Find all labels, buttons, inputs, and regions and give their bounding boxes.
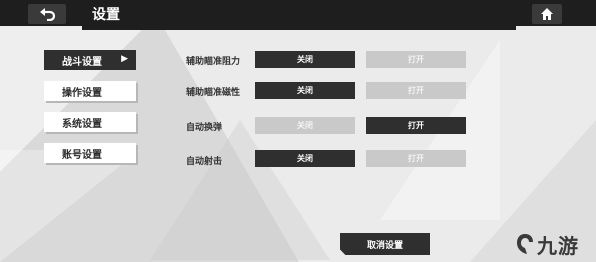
- sidebar-item-label: 系统设置: [62, 118, 102, 130]
- auto-reload-off-button[interactable]: 关闭: [255, 117, 355, 134]
- aim-assist-magnet-off-button[interactable]: 关闭: [255, 82, 355, 99]
- triangle-right-icon: ▶: [121, 54, 128, 64]
- setting-label-auto-reload: 自动换弹: [186, 123, 223, 133]
- watermark-text: 九游: [537, 233, 579, 258]
- auto-reload-on-button[interactable]: 打开: [366, 117, 466, 134]
- top-bar-edge: [82, 26, 516, 30]
- setting-label-auto-fire: 自动射击: [186, 157, 223, 167]
- sidebar-item-label: 操作设置: [62, 87, 102, 99]
- auto-fire-on-button[interactable]: 打开: [366, 150, 466, 167]
- aim-assist-magnet-on-button[interactable]: 打开: [366, 82, 466, 99]
- sidebar-item-controls[interactable]: 操作设置: [44, 81, 136, 101]
- settings-sidebar: 战斗设置 ▶ 操作设置 系统设置 账号设置: [40, 45, 144, 170]
- setting-label-aim-assist-magnet: 辅助瞄准磁性: [186, 88, 241, 98]
- home-button[interactable]: [532, 4, 562, 24]
- back-button[interactable]: [28, 4, 66, 24]
- setting-label-aim-assist-drag: 辅助瞄准阻力: [186, 57, 241, 67]
- sidebar-item-combat[interactable]: 战斗设置 ▶: [44, 50, 136, 70]
- cancel-settings-button[interactable]: 取消设置: [340, 233, 430, 255]
- watermark: 九游: [515, 230, 579, 258]
- page-title: 设置: [92, 7, 120, 23]
- aim-assist-drag-off-button[interactable]: 关闭: [255, 51, 355, 68]
- sidebar-item-label: 战斗设置: [62, 56, 102, 68]
- sidebar-item-label: 账号设置: [62, 149, 102, 161]
- back-arrow-icon: [40, 8, 55, 21]
- auto-fire-off-button[interactable]: 关闭: [255, 150, 355, 167]
- jiuyou-logo-icon: [517, 234, 533, 254]
- sidebar-item-account[interactable]: 账号设置: [44, 143, 136, 163]
- home-icon: [541, 8, 553, 20]
- sidebar-item-system[interactable]: 系统设置: [44, 112, 136, 132]
- top-bar: [0, 0, 596, 26]
- aim-assist-drag-on-button[interactable]: 打开: [366, 51, 466, 68]
